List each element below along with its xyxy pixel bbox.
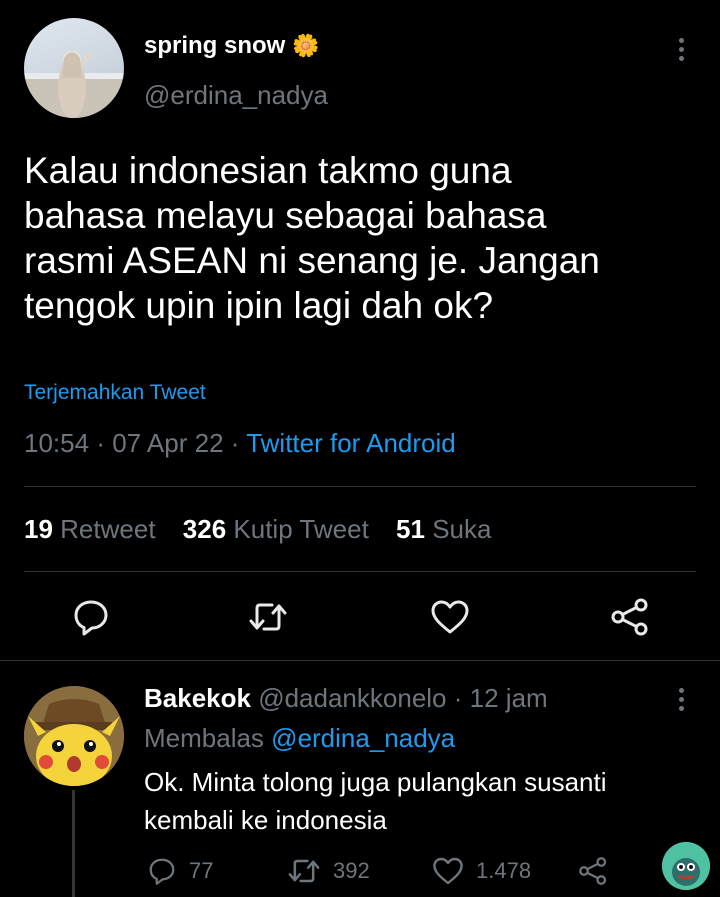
- quote-stat[interactable]: 326 Kutip Tweet: [183, 514, 369, 544]
- divider: [0, 660, 720, 661]
- reply-icon: [149, 858, 175, 885]
- reply-header: Bakekok @dadankkonelo · 12 jam: [144, 683, 548, 713]
- sunflower-emoji-icon: 🌼: [292, 33, 320, 58]
- share-button[interactable]: [610, 598, 650, 636]
- reply-share-button[interactable]: [578, 856, 608, 886]
- thread-line: [72, 790, 75, 897]
- floating-bot-avatar[interactable]: [662, 842, 710, 890]
- author-avatar[interactable]: [24, 18, 124, 118]
- translate-tweet-link[interactable]: Terjemahkan Tweet: [24, 381, 206, 405]
- divider: [24, 486, 696, 487]
- tweet-stats: 19 Retweet 326 Kutip Tweet 51 Suka: [24, 514, 491, 545]
- replying-to-handle[interactable]: @erdina_nadya: [271, 723, 455, 753]
- reply-author-avatar[interactable]: [24, 686, 124, 786]
- retweet-button[interactable]: [248, 599, 288, 635]
- reply-button[interactable]: [71, 597, 111, 637]
- pikachu-avatar-icon: [24, 686, 124, 786]
- more-options-icon[interactable]: [679, 38, 685, 61]
- tweet-text: Kalau indonesian takmo guna bahasa melay…: [24, 150, 600, 326]
- tweet-date[interactable]: 07 Apr 22: [112, 428, 223, 458]
- like-icon: [433, 857, 463, 885]
- reply-author-handle[interactable]: @dadankkonelo: [258, 683, 446, 713]
- retweet-icon: [288, 859, 320, 883]
- author-handle[interactable]: @erdina_nadya: [144, 80, 328, 111]
- reply-retweet-count: 392: [333, 858, 370, 883]
- reply-reply-button[interactable]: 77: [147, 856, 213, 886]
- reply-time[interactable]: 12 jam: [470, 683, 548, 713]
- reply-retweet-button[interactable]: 392: [287, 856, 370, 886]
- reply-text: Ok. Minta tolong juga pulangkan susanti …: [144, 767, 607, 835]
- like-button[interactable]: [430, 599, 470, 635]
- share-icon: [611, 598, 648, 636]
- replying-to: Membalas @erdina_nadya: [144, 723, 456, 753]
- reply-icon: [74, 600, 108, 636]
- reply-author-name[interactable]: Bakekok: [144, 683, 251, 713]
- retweet-stat[interactable]: 19 Retweet: [24, 514, 156, 544]
- reply-like-count: 1.478: [476, 858, 532, 883]
- divider: [24, 571, 696, 572]
- share-icon: [579, 857, 607, 885]
- reply-count: 77: [189, 858, 214, 883]
- retweet-icon: [249, 603, 287, 631]
- tweet-time: 10:54: [24, 428, 90, 458]
- avatar-photo-icon: [24, 51, 124, 118]
- bot-avatar-icon: [662, 842, 710, 890]
- author-name[interactable]: spring snow 🌼: [144, 32, 319, 60]
- tweet-meta: 10:54 · 07 Apr 22 · Twitter for Android: [24, 428, 456, 458]
- reply-more-options-icon[interactable]: [679, 688, 685, 711]
- like-stat[interactable]: 51 Suka: [396, 514, 491, 544]
- tweet-source[interactable]: Twitter for Android: [246, 428, 456, 458]
- reply-like-button[interactable]: 1.478: [432, 856, 531, 886]
- like-icon: [431, 600, 469, 634]
